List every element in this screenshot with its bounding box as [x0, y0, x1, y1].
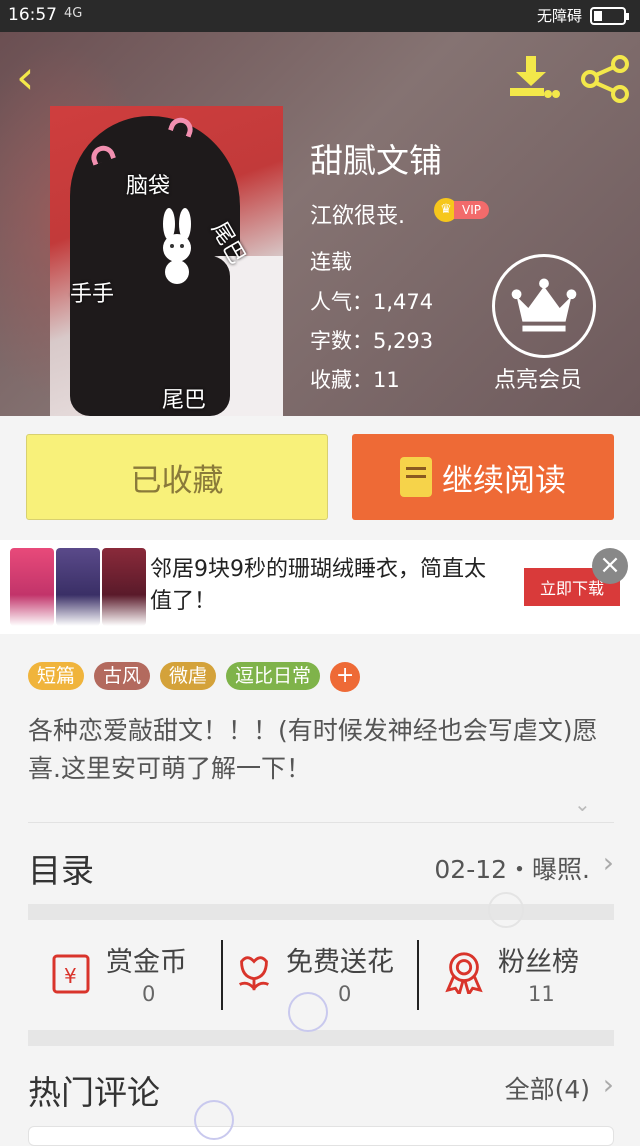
- member-label[interactable]: 点亮会员: [494, 362, 582, 394]
- touch-indicator: [488, 892, 524, 928]
- fan-ranking-label: 粉丝榜: [498, 947, 579, 978]
- cover-text-hand: 手手: [70, 282, 115, 307]
- saved-button[interactable]: 已收藏: [26, 434, 328, 520]
- toc-row[interactable]: 目录 02-12・曝照. ›: [28, 838, 614, 898]
- tag-short[interactable]: 短篇: [28, 662, 85, 690]
- back-icon[interactable]: ‹: [16, 54, 56, 104]
- status-bar: 16:57 4G 无障碍: [0, 0, 640, 32]
- comment-card[interactable]: [28, 1126, 614, 1146]
- ad-text: 邻居9块9秒的珊瑚绒睡衣，简直太值了！: [150, 557, 486, 614]
- fan-ranking-value: 11: [528, 982, 555, 1006]
- divider: [221, 940, 223, 1010]
- book-description: 各种恋爱敲甜文！！！(有时候发神经也会写虐文)愿喜.这里安可萌了解一下！: [28, 716, 598, 783]
- add-tag-icon[interactable]: +: [330, 662, 361, 692]
- divider: [28, 822, 614, 823]
- status-right: 无障碍: [536, 5, 629, 26]
- book-cover-image[interactable]: 脑袋 尾巴 手手 尾巴: [50, 106, 283, 416]
- coin-reward-label: 赏金币: [106, 947, 187, 978]
- share-icon[interactable]: [580, 54, 630, 104]
- download-icon[interactable]: [506, 54, 562, 104]
- book-header: ‹ 脑袋 尾巴 手手 尾巴 甜腻文铺 江欲很丧. ♛ VIP 连载 人气：1,4…: [0, 32, 640, 416]
- ad-product-image: [10, 548, 54, 626]
- cover-text-tail-2: 尾巴: [162, 388, 207, 413]
- touch-indicator: [288, 992, 328, 1032]
- hot-comments-header[interactable]: 热门评论 全部(4) ›: [28, 1066, 614, 1114]
- chevron-down-icon[interactable]: ⌄: [574, 792, 591, 816]
- ad-banner[interactable]: 邻居9块9秒的珊瑚绒睡衣，简直太值了！ 立即下载: [0, 540, 640, 634]
- all-comments-link[interactable]: 全部(4): [505, 1070, 590, 1106]
- favorites-stat: 收藏：11: [310, 368, 400, 392]
- accessibility-label: 无障碍: [536, 7, 582, 25]
- vip-label: VIP: [454, 201, 489, 219]
- author-name[interactable]: 江欲很丧.: [310, 198, 405, 230]
- hot-comments-label: 热门评论: [28, 1073, 160, 1112]
- free-flower-value: 0: [338, 982, 352, 1006]
- fan-ranking-item[interactable]: 粉丝榜 11: [424, 936, 614, 1016]
- member-crown-button[interactable]: [492, 254, 596, 358]
- chevron-right-icon: ›: [602, 846, 614, 879]
- section-separator: [28, 1030, 614, 1046]
- status-time: 16:57: [8, 5, 57, 25]
- book-title: 甜腻文铺: [310, 141, 442, 180]
- close-icon[interactable]: ×: [592, 548, 628, 584]
- svg-text:¥: ¥: [64, 964, 77, 988]
- ad-product-image: [102, 548, 146, 626]
- serial-status: 连载: [310, 250, 352, 274]
- tag-list: 短篇 古风 微虐 逗比日常 +: [28, 662, 361, 692]
- battery-icon: [590, 6, 629, 25]
- crown-icon: [511, 278, 577, 332]
- cover-text-brain: 脑袋: [126, 174, 171, 199]
- ad-product-image: [56, 548, 100, 626]
- divider: [417, 940, 419, 1010]
- continue-reading-button[interactable]: 继续阅读: [352, 434, 614, 520]
- coin-reward-item[interactable]: ¥ 赏金币 0: [28, 936, 218, 1016]
- vip-badge: ♛ VIP: [434, 198, 489, 222]
- tag-ancient[interactable]: 古风: [94, 662, 151, 690]
- red-envelope-icon: ¥: [52, 954, 90, 994]
- word-count-stat: 字数：5,293: [310, 329, 434, 353]
- popularity-stat: 人气：1,474: [310, 290, 434, 314]
- saved-button-label: 已收藏: [130, 462, 224, 499]
- bunny-sticker-icon: [163, 208, 191, 284]
- signal-indicator: 4G: [64, 6, 83, 21]
- flower-icon: [239, 956, 269, 991]
- tag-slight-angst[interactable]: 微虐: [160, 662, 217, 690]
- section-separator: [28, 904, 614, 920]
- latest-chapter: 02-12・曝照.: [434, 855, 590, 884]
- book-icon: [400, 457, 432, 497]
- medal-icon: [445, 952, 483, 994]
- chevron-right-icon: ›: [602, 1068, 614, 1101]
- continue-reading-label: 继续阅读: [442, 462, 566, 499]
- toc-label: 目录: [28, 851, 94, 890]
- coin-reward-value: 0: [142, 982, 156, 1006]
- free-flower-label: 免费送花: [286, 947, 394, 978]
- tag-funny-daily[interactable]: 逗比日常: [226, 662, 321, 690]
- touch-indicator: [194, 1100, 234, 1140]
